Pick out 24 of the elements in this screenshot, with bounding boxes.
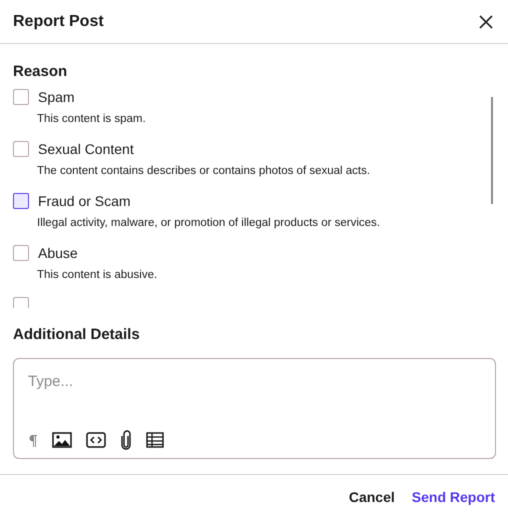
option-label: Fraud or Scam — [38, 193, 131, 209]
paperclip-icon[interactable] — [120, 430, 132, 450]
cancel-button[interactable]: Cancel — [348, 488, 395, 504]
image-icon[interactable] — [52, 432, 72, 448]
section-heading: Additional Details — [13, 326, 141, 343]
checkbox[interactable] — [13, 141, 29, 157]
checkbox[interactable] — [13, 193, 29, 209]
code-icon[interactable] — [86, 432, 106, 448]
section-heading: Reason — [13, 63, 68, 80]
checkbox[interactable] — [13, 245, 29, 261]
table-icon[interactable] — [146, 432, 164, 448]
paragraph-icon[interactable] — [28, 434, 38, 446]
option-description: This content is abusive. — [37, 269, 158, 281]
checkbox[interactable] — [13, 89, 29, 105]
option-description: The content contains describes or contains photos of sexual acts. — [37, 165, 372, 177]
option-label: Spam — [38, 89, 75, 105]
option-description: This content is spam. — [37, 113, 147, 125]
option-label: Abuse — [38, 245, 78, 261]
dialog-title: Report Post — [13, 12, 104, 30]
close-button[interactable] — [478, 14, 494, 30]
option-label: Sexual Content — [38, 141, 134, 157]
send-button[interactable]: Send Report — [412, 488, 495, 504]
scrollbar[interactable] — [491, 97, 493, 204]
option-description: Illegal activity, malware, or promotion of illegal products or services. — [37, 217, 382, 229]
